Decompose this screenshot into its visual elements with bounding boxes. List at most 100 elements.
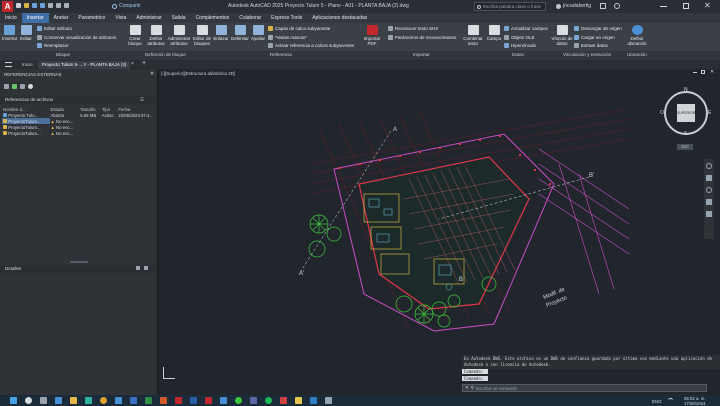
import-pdf-button[interactable]: Importar PDF <box>361 25 383 46</box>
drawing-canvas[interactable]: [-][Superior][Estructura alámbrica 2D] ✕ <box>159 69 720 395</box>
settings-taskbar-icon[interactable] <box>325 397 332 404</box>
start-icon[interactable] <box>10 397 17 404</box>
combine-text-button[interactable]: Combinar texto <box>462 25 484 46</box>
showmotion-icon[interactable] <box>706 211 712 217</box>
edit-attribute-button[interactable]: Editar atributo <box>37 26 72 31</box>
panel-label-data[interactable]: Datos <box>512 52 524 57</box>
wcs-menu[interactable]: SCP <box>677 144 693 150</box>
tab-administrar[interactable]: Administrar <box>131 13 166 23</box>
update-fields-button[interactable]: Actualizar campos <box>504 26 548 31</box>
panel-label-linking[interactable]: Vinculación y extracción <box>563 52 611 57</box>
adjust-button[interactable]: Ajustar <box>250 25 266 41</box>
share-button[interactable]: Compartir <box>112 2 141 10</box>
table-row[interactable]: Proyecto Tulu... Abierto 6.66 MB Activo … <box>2 112 160 118</box>
quick-access-toolbar[interactable] <box>16 3 106 10</box>
xref-help-icon[interactable] <box>28 84 33 89</box>
tab-inicio[interactable]: Inicio <box>0 13 22 23</box>
recognition-settings-button[interactable]: Parámetros de reconocimiento <box>388 35 456 40</box>
redo-icon[interactable] <box>64 3 69 8</box>
table-row[interactable]: ProyectoTulum... ▲ No enc... <box>2 130 160 136</box>
tray-clock[interactable]: 05:52 a. m. 17/06/2024 <box>684 396 706 406</box>
open-icon[interactable] <box>24 3 29 8</box>
tab-aplicaciones-destacadas[interactable]: Aplicaciones destacadas <box>307 13 372 23</box>
command-customize-icon[interactable]: ⚲ <box>471 385 474 391</box>
new-icon[interactable] <box>16 3 21 8</box>
upload-source-button[interactable]: Cargar en origen <box>574 35 615 40</box>
compass-east[interactable]: E <box>708 110 711 116</box>
pan-icon[interactable] <box>706 175 712 181</box>
retain-attribute-display-button[interactable]: Conservar visualización de atributos <box>37 35 116 40</box>
command-close-icon[interactable]: ✕ <box>465 385 469 391</box>
user-account[interactable]: jncsalabertig <box>556 3 591 9</box>
hyperlink-button[interactable]: Hipervínculo <box>504 43 536 48</box>
frames-select[interactable]: *Varias marcas* <box>268 35 307 40</box>
tab-parametrico[interactable]: Parametrico <box>73 13 110 23</box>
excel-icon[interactable] <box>145 397 152 404</box>
close-tab-icon[interactable]: × <box>131 61 134 67</box>
tab-salida[interactable]: Salida <box>167 13 191 23</box>
compass-north[interactable]: N <box>684 87 688 93</box>
viewcube[interactable]: SUPERIOR N E S O <box>660 87 711 137</box>
panel-label-location[interactable]: Ubicación <box>627 52 647 57</box>
recognize-shx-button[interactable]: Reconocer texto SHX <box>388 26 438 31</box>
insert-block-button[interactable]: Insertar <box>2 25 17 41</box>
underlay-layers-button[interactable]: Capas de calco subyacente <box>268 26 330 31</box>
edit-block-button[interactable]: Editar <box>18 25 34 41</box>
help-icon[interactable] <box>614 3 620 9</box>
ole-object-button[interactable]: Objeto OLE <box>504 35 535 40</box>
set-location-button[interactable]: Definir ubicación <box>625 25 649 46</box>
word-icon[interactable] <box>130 397 137 404</box>
snap-underlays-button[interactable]: Activar referencia a calcos subyacentes <box>268 43 354 48</box>
tab-home[interactable]: Inicio <box>18 61 37 69</box>
block-editor-button[interactable]: Editor de bloques <box>192 25 212 46</box>
attach-dwg-icon[interactable] <box>4 84 9 89</box>
attach-button[interactable]: Enlazar <box>212 25 230 41</box>
taskbar-app-icon[interactable] <box>55 397 62 404</box>
tab-complementos[interactable]: Complementos <box>191 13 235 23</box>
create-block-button[interactable]: Crear bloque <box>124 25 146 46</box>
replace-button[interactable]: Reemplazar <box>37 43 68 48</box>
tray-wifi-icon[interactable] <box>668 398 673 403</box>
taskbar-search-icon[interactable] <box>25 397 32 404</box>
details-view-icon[interactable] <box>136 266 140 270</box>
close-button[interactable]: ✕ <box>704 1 711 10</box>
compass-west[interactable]: O <box>660 110 664 116</box>
powerpoint-icon[interactable] <box>160 397 167 404</box>
minimize-button[interactable] <box>660 6 667 7</box>
download-source-button[interactable]: Descargar de origen <box>574 26 622 31</box>
refresh-icon[interactable] <box>12 84 17 89</box>
splitter[interactable] <box>70 261 88 263</box>
whatsapp-icon[interactable] <box>235 397 242 404</box>
manage-attributes-button[interactable]: Administrar atributos <box>166 25 192 46</box>
cart-icon[interactable] <box>600 3 606 9</box>
panel-label-import[interactable]: Importar <box>413 52 430 57</box>
change-path-icon[interactable] <box>20 84 25 89</box>
save-as-icon[interactable] <box>40 3 45 8</box>
steering-wheel-icon[interactable] <box>706 163 712 169</box>
task-view-icon[interactable] <box>40 397 47 404</box>
viewcube-top-face[interactable]: SUPERIOR <box>677 104 695 122</box>
tab-express-tools[interactable]: Express Tools <box>266 13 307 23</box>
panel-label-block-definition[interactable]: Definición de bloque <box>145 52 186 57</box>
store-icon[interactable] <box>115 397 122 404</box>
panel-label-block[interactable]: Bloque <box>56 52 70 57</box>
hamburger-menu-icon[interactable] <box>5 62 12 67</box>
palette-close-icon[interactable]: ✕ <box>150 71 154 77</box>
tab-anotar[interactable]: Anotar <box>49 13 74 23</box>
edge-icon[interactable] <box>85 397 92 404</box>
floor-plan-drawing[interactable]: A B A' B' Modif. de Proyecto <box>159 69 720 395</box>
file-explorer-icon[interactable] <box>70 397 77 404</box>
tab-vista[interactable]: Vista <box>110 13 131 23</box>
field-button[interactable]: Campo <box>485 25 503 41</box>
maximize-button[interactable] <box>683 3 689 9</box>
teams-icon[interactable] <box>250 397 257 404</box>
compass-south[interactable]: S <box>684 131 687 137</box>
zoom-icon[interactable] <box>706 187 712 193</box>
sketchup-icon[interactable] <box>280 397 287 404</box>
revit-icon[interactable] <box>310 397 317 404</box>
chrome-icon[interactable] <box>100 397 107 404</box>
orbit-icon[interactable] <box>706 199 712 205</box>
mail-icon[interactable] <box>220 397 227 404</box>
plot-icon[interactable] <box>48 3 53 8</box>
clip-button[interactable]: Delimitar <box>230 25 250 41</box>
